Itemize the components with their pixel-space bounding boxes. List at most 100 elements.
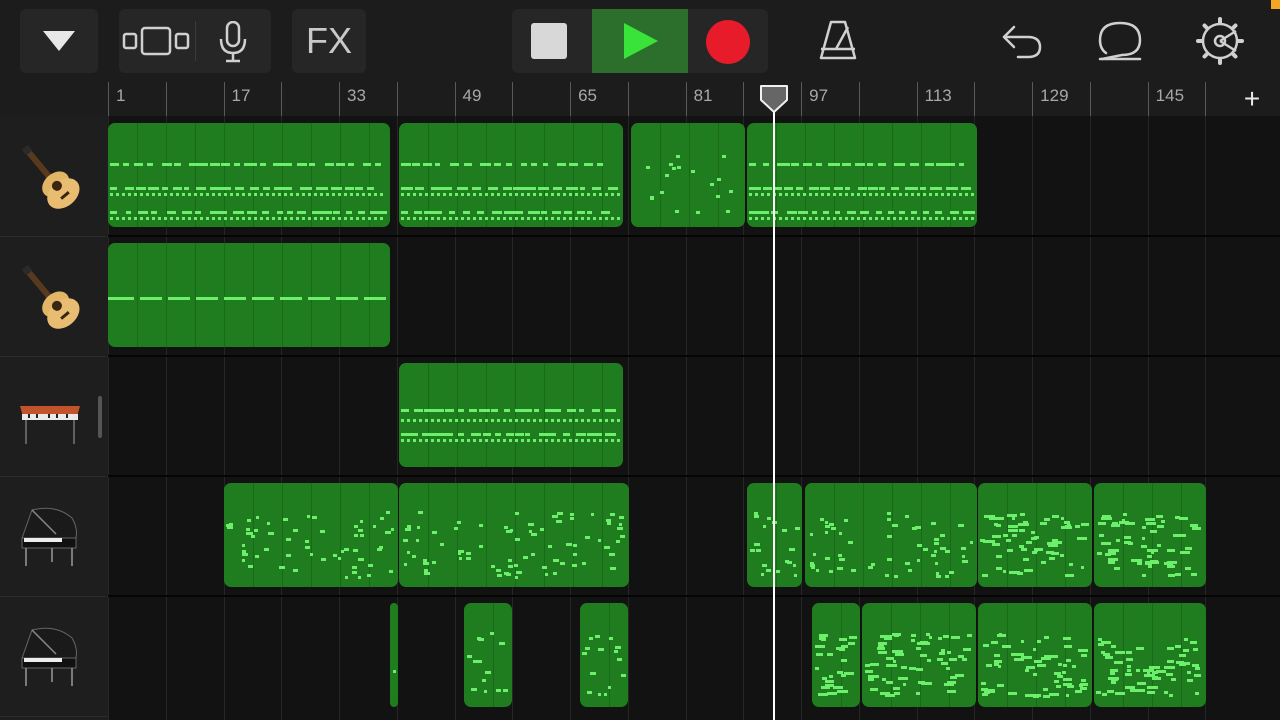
midi-note bbox=[894, 163, 905, 166]
midi-region[interactable] bbox=[862, 603, 976, 707]
midi-note bbox=[1125, 651, 1132, 655]
tracks-timeline[interactable] bbox=[108, 116, 1280, 720]
track-header-electric-piano[interactable] bbox=[0, 356, 108, 477]
midi-note bbox=[839, 637, 848, 641]
midi-note bbox=[199, 163, 208, 166]
midi-note bbox=[458, 433, 464, 436]
midi-note bbox=[346, 211, 352, 214]
region-loop-divider bbox=[891, 603, 892, 707]
microphone-button[interactable] bbox=[195, 9, 271, 73]
midi-note bbox=[857, 217, 860, 220]
midi-note bbox=[533, 439, 536, 442]
midi-region[interactable] bbox=[747, 123, 977, 227]
midi-note bbox=[439, 543, 444, 547]
midi-note bbox=[122, 193, 125, 196]
midi-note bbox=[860, 211, 869, 214]
ruler-tick bbox=[916, 82, 918, 116]
fx-button[interactable]: FX bbox=[292, 9, 366, 73]
midi-note bbox=[297, 163, 307, 166]
track-header-guitar-1[interactable] bbox=[0, 116, 108, 237]
midi-note bbox=[813, 553, 816, 557]
add-section-button[interactable]: + bbox=[1224, 82, 1280, 116]
view-toggle-button[interactable] bbox=[119, 9, 195, 73]
midi-note bbox=[496, 573, 502, 577]
midi-note bbox=[1104, 656, 1113, 660]
midi-note bbox=[502, 689, 508, 693]
midi-region[interactable] bbox=[108, 123, 390, 227]
midi-note bbox=[188, 193, 191, 196]
midi-note bbox=[605, 217, 608, 220]
midi-note bbox=[495, 433, 501, 436]
midi-region[interactable] bbox=[978, 603, 1092, 707]
midi-note bbox=[515, 538, 521, 542]
midi-region[interactable] bbox=[390, 603, 398, 707]
midi-note bbox=[766, 569, 772, 573]
midi-note bbox=[362, 193, 365, 196]
region-loop-divider bbox=[718, 123, 719, 227]
midi-note bbox=[944, 574, 949, 578]
midi-note bbox=[881, 193, 884, 196]
midi-region[interactable] bbox=[399, 483, 629, 587]
midi-note bbox=[488, 187, 498, 190]
midi-note bbox=[608, 686, 612, 690]
midi-note bbox=[509, 419, 512, 422]
undo-button[interactable] bbox=[990, 9, 1054, 73]
midi-note bbox=[263, 187, 270, 190]
midi-note bbox=[1008, 692, 1018, 696]
midi-region[interactable] bbox=[812, 603, 860, 707]
record-button[interactable] bbox=[688, 9, 768, 73]
midi-note bbox=[296, 217, 299, 220]
midi-note bbox=[419, 217, 422, 220]
region-loop-divider bbox=[1036, 603, 1037, 707]
transport-controls bbox=[512, 9, 768, 73]
midi-note bbox=[1005, 538, 1011, 542]
ruler-tick bbox=[743, 82, 745, 116]
midi-region[interactable] bbox=[108, 243, 390, 347]
midi-region[interactable] bbox=[978, 483, 1092, 587]
track-header-grand-piano-2[interactable] bbox=[0, 596, 108, 717]
stop-button[interactable] bbox=[512, 9, 592, 73]
midi-note bbox=[994, 654, 1000, 658]
midi-note bbox=[1010, 653, 1018, 657]
midi-region[interactable] bbox=[631, 123, 745, 227]
ruler-tick bbox=[685, 82, 687, 116]
midi-note bbox=[162, 187, 168, 190]
track-header-guitar-2[interactable] bbox=[0, 236, 108, 357]
midi-region[interactable] bbox=[580, 603, 628, 707]
midi-region[interactable] bbox=[399, 363, 623, 467]
midi-note bbox=[497, 193, 500, 196]
midi-note bbox=[461, 193, 464, 196]
midi-region[interactable] bbox=[805, 483, 977, 587]
midi-note bbox=[1096, 691, 1102, 695]
midi-region[interactable] bbox=[1094, 603, 1206, 707]
midi-note bbox=[305, 546, 311, 550]
midi-note bbox=[875, 193, 878, 196]
midi-note bbox=[943, 634, 950, 638]
midi-note bbox=[891, 187, 899, 190]
midi-region[interactable] bbox=[464, 603, 512, 707]
track-scroll-grip[interactable] bbox=[98, 396, 102, 438]
settings-button[interactable] bbox=[1188, 9, 1252, 73]
midi-note bbox=[1195, 667, 1201, 671]
midi-note bbox=[1008, 529, 1019, 533]
playhead-handle-icon[interactable] bbox=[759, 84, 789, 114]
midi-region[interactable] bbox=[1094, 483, 1206, 587]
my-songs-button[interactable] bbox=[20, 9, 98, 73]
midi-note bbox=[1003, 533, 1009, 537]
midi-region[interactable] bbox=[224, 483, 398, 587]
midi-note bbox=[1149, 529, 1157, 533]
midi-note bbox=[344, 193, 347, 196]
midi-note bbox=[1036, 664, 1046, 668]
tracks-view-icon bbox=[122, 26, 190, 56]
midi-note bbox=[837, 567, 843, 571]
midi-note bbox=[233, 211, 244, 214]
midi-note bbox=[1182, 649, 1189, 653]
metronome-button[interactable] bbox=[806, 9, 870, 73]
bar-ruler[interactable]: 1 17 33 49 65 81 97 113 129 145 + bbox=[0, 82, 1280, 116]
midi-region[interactable] bbox=[399, 123, 623, 227]
midi-note bbox=[362, 217, 365, 220]
midi-note bbox=[1114, 650, 1125, 654]
loop-browser-button[interactable] bbox=[1088, 9, 1152, 73]
track-header-grand-piano-1[interactable] bbox=[0, 476, 108, 597]
play-button[interactable] bbox=[592, 9, 688, 73]
